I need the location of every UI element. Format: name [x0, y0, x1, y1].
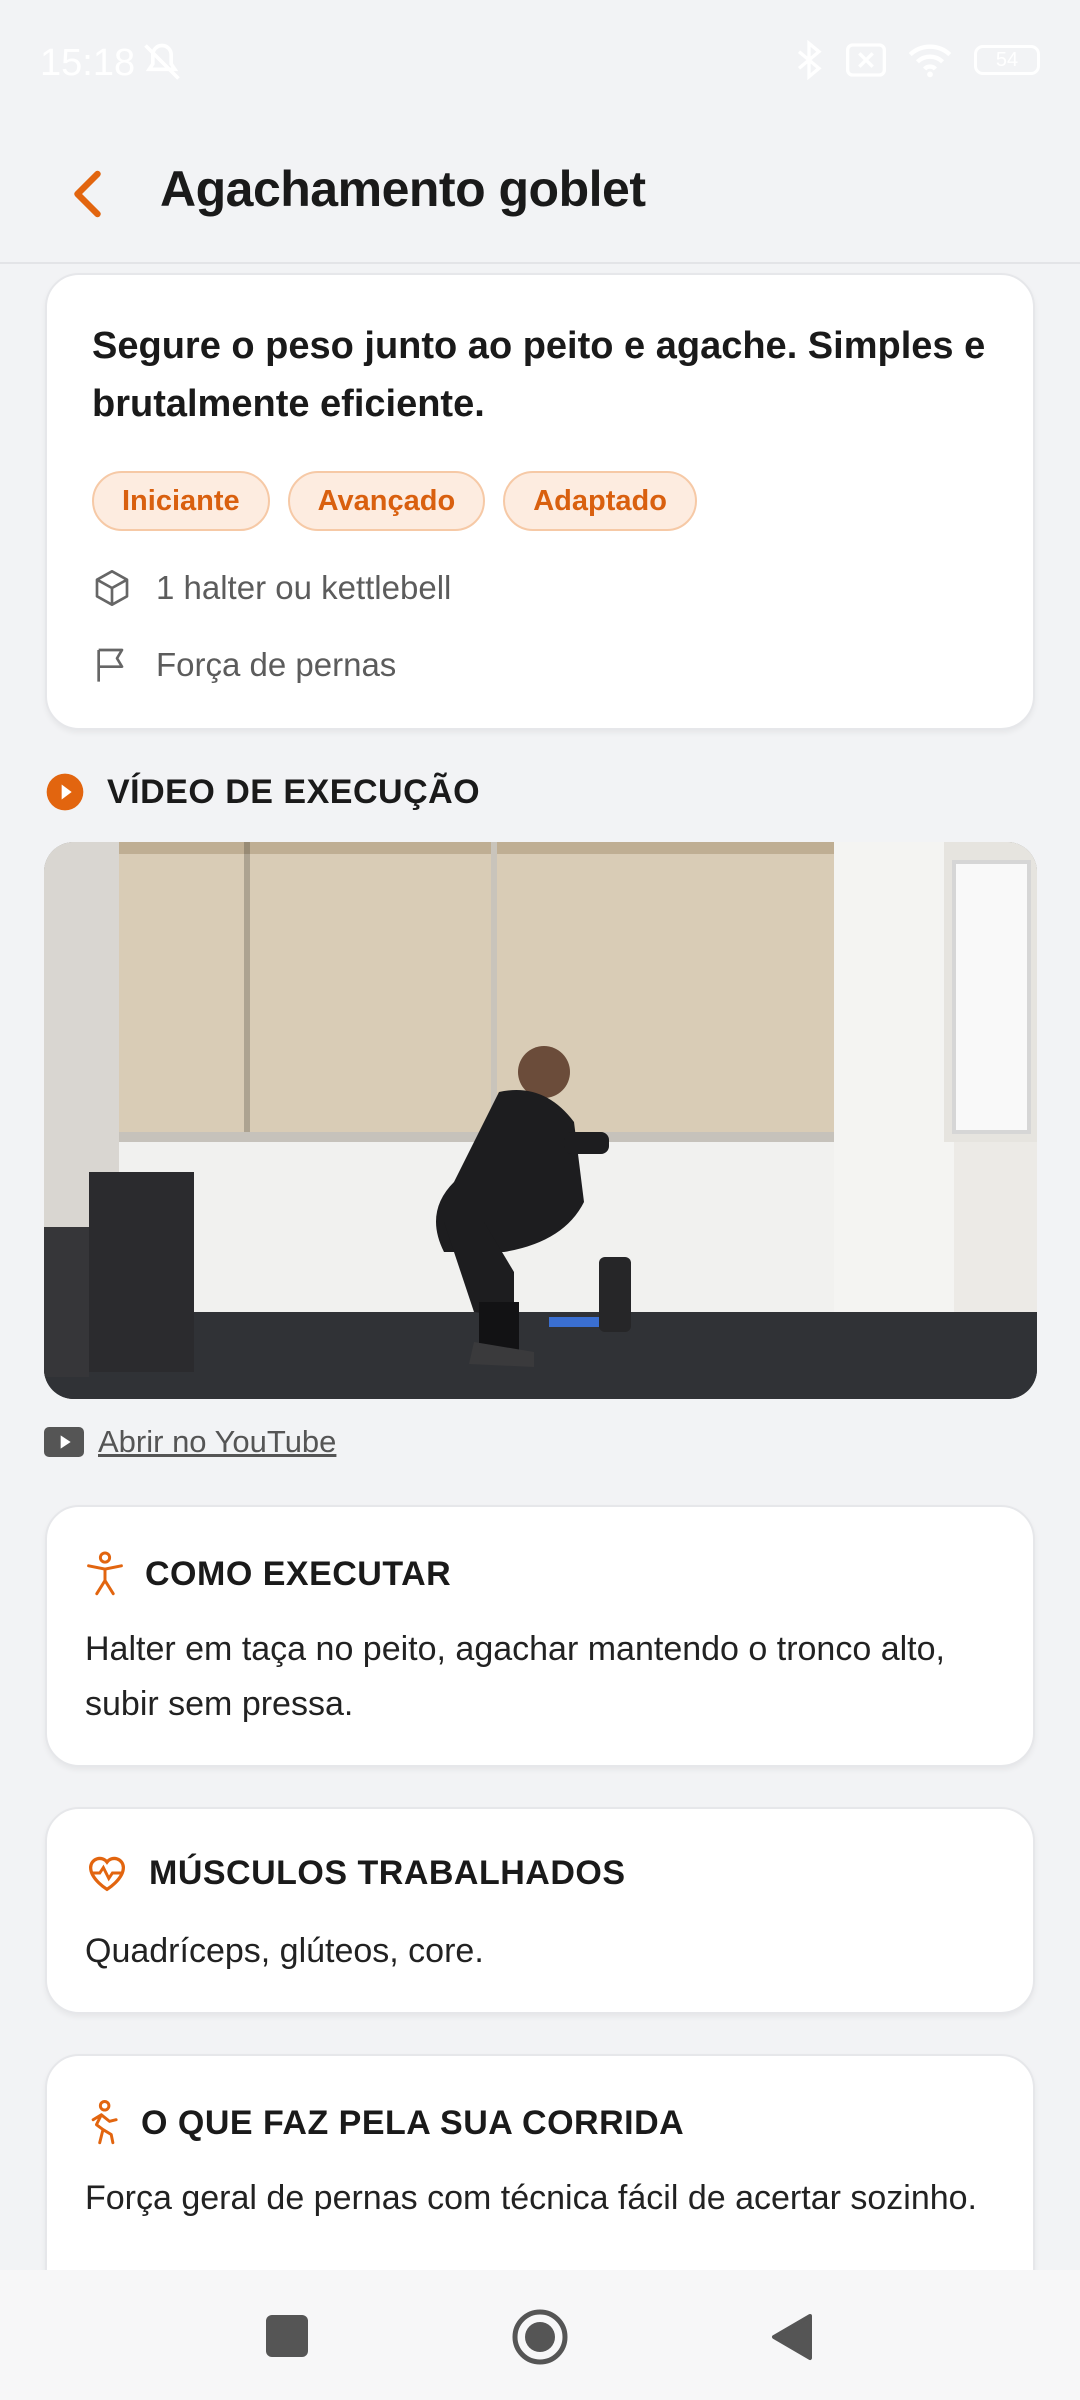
cube-icon: [95, 570, 129, 606]
home-circle-icon: [512, 2309, 568, 2365]
recents-button[interactable]: [266, 2315, 308, 2357]
heart-pulse-icon: [88, 1856, 126, 1892]
muscles-header: MÚSCULOS TRABALHADOS: [85, 1853, 626, 1893]
open-youtube-link[interactable]: Abrir no YouTube: [44, 1424, 336, 1460]
back-button[interactable]: [60, 164, 120, 224]
video-section-header: VÍDEO DE EXECUÇÃO: [45, 772, 480, 812]
status-icons: 54: [794, 40, 1040, 80]
tag-avancado[interactable]: Avançado: [287, 471, 486, 531]
running-benefit-title: O QUE FAZ PELA SUA CORRIDA: [141, 2103, 685, 2142]
home-button[interactable]: [511, 2308, 569, 2366]
sim-icon: [846, 43, 886, 77]
how-to-text: Halter em taça no peito, agachar mantend…: [85, 1630, 945, 1723]
muscles-title: MÚSCULOS TRABALHADOS: [149, 1853, 626, 1892]
chevron-left-icon: [74, 170, 101, 218]
wifi-icon: [908, 44, 952, 78]
summary-card: Segure o peso junto ao peito e agache. S…: [45, 273, 1035, 730]
system-nav-bar: [0, 2270, 1080, 2400]
runner-icon: [91, 2100, 118, 2145]
status-bar: 15:18 54: [0, 0, 1080, 130]
video-thumbnail: [44, 842, 1037, 1399]
youtube-icon: [44, 1427, 84, 1457]
muscles-card: MÚSCULOS TRABALHADOS Quadríceps, glúteos…: [45, 1807, 1035, 2014]
equipment-text: 1 halter ou kettlebell: [156, 569, 452, 606]
youtube-link-text[interactable]: Abrir no YouTube: [98, 1424, 336, 1460]
play-circle-icon: [46, 773, 84, 811]
video-section-title: VÍDEO DE EXECUÇÃO: [107, 772, 481, 811]
running-benefit-header: O QUE FAZ PELA SUA CORRIDA: [85, 2100, 684, 2146]
triangle-back-icon: [772, 2314, 812, 2360]
back-nav-button[interactable]: [766, 2312, 816, 2362]
page-title: Agachamento goblet: [160, 161, 646, 217]
person-icon: [87, 1551, 123, 1596]
status-time: 15:18: [40, 42, 136, 84]
tag-adaptado[interactable]: Adaptado: [503, 471, 697, 531]
running-benefit-text: Força geral de pernas com técnica fácil …: [85, 2179, 978, 2217]
muscles-text: Quadríceps, glúteos, core.: [85, 1932, 484, 1970]
goal-row: Força de pernas: [92, 645, 396, 685]
app-bar: Agachamento goblet: [0, 130, 1080, 264]
tag-iniciante[interactable]: Iniciante: [92, 471, 270, 531]
how-to-title: COMO EXECUTAR: [145, 1554, 452, 1593]
equipment-row: 1 halter ou kettlebell: [92, 568, 451, 608]
mute-icon: [140, 40, 184, 93]
bluetooth-icon: [797, 40, 822, 80]
how-to-card: COMO EXECUTAR Halter em taça no peito, a…: [45, 1505, 1035, 1767]
exercise-description: Segure o peso junto ao peito e agache. S…: [92, 325, 986, 425]
level-tags: Iniciante Avançado Adaptado: [92, 471, 697, 531]
goal-text: Força de pernas: [156, 646, 397, 683]
battery-icon: 54: [974, 45, 1040, 75]
how-to-header: COMO EXECUTAR: [85, 1551, 451, 1597]
exercise-video[interactable]: [44, 842, 1037, 1399]
flag-icon: [97, 648, 124, 682]
